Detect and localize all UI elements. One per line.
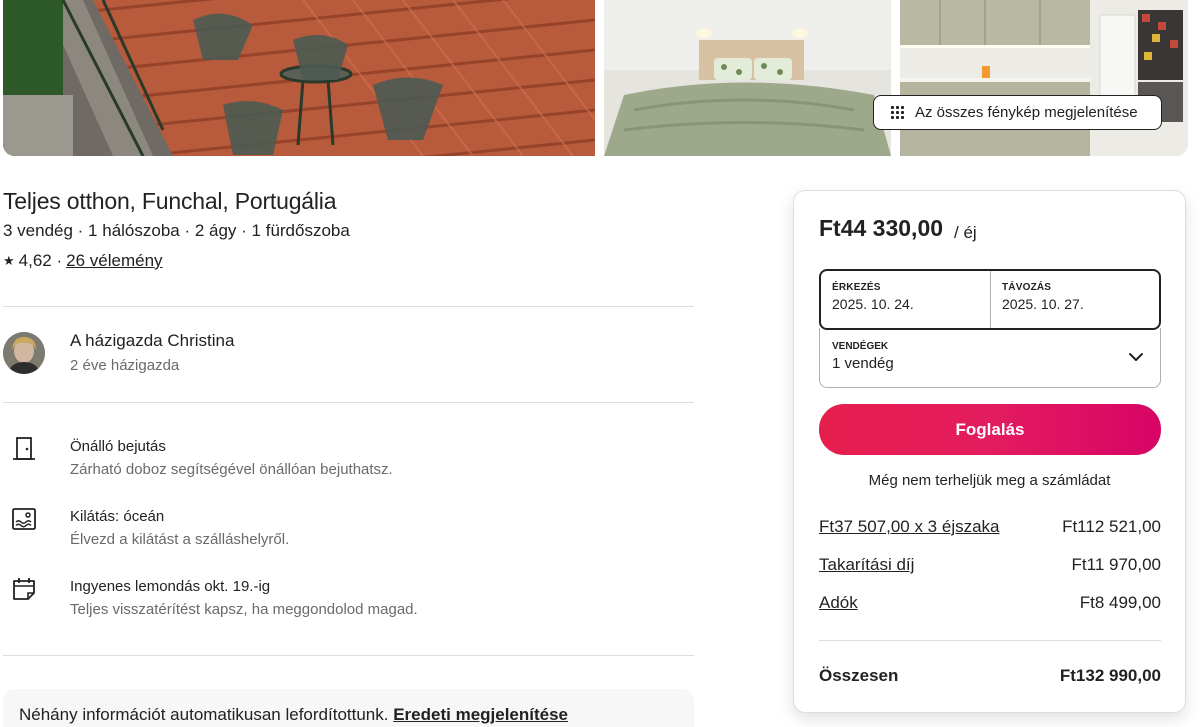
checkout-label: TÁVOZÁS: [1002, 282, 1052, 293]
star-icon: ★: [3, 253, 15, 268]
ocean-view-icon: [12, 508, 36, 530]
fee-label-taxes[interactable]: Adók: [819, 593, 858, 613]
total-label: Összesen: [819, 666, 899, 685]
photo-terrace-image: [3, 0, 595, 156]
section-divider: [3, 402, 694, 403]
feature-desc-self-checkin: Zárható doboz segítségével önállóan beju…: [70, 461, 393, 478]
photo-terrace[interactable]: [3, 0, 595, 156]
booking-card: Ft44 330,00 / éj ÉRKEZÉS 2025. 10. 24. T…: [793, 190, 1186, 713]
listing-summary: 3 vendég · 1 hálószoba · 2 ágy · 1 fürdő…: [3, 221, 350, 240]
feature-title-free-cancellation: Ingyenes lemondás okt. 19.-ig: [70, 578, 271, 595]
fee-amount-taxes: Ft8 499,00: [1079, 593, 1161, 612]
fee-row-taxes: Adók Ft8 499,00: [819, 593, 1161, 613]
nightly-price: Ft44 330,00: [819, 215, 944, 241]
show-all-photos-label: Az összes fénykép megjelenítése: [915, 104, 1138, 121]
host-since: 2 éve házigazda: [70, 357, 180, 374]
checkin-label: ÉRKEZÉS: [832, 282, 881, 293]
host-avatar[interactable]: [3, 332, 45, 374]
fee-label-cleaning[interactable]: Takarítási díj: [819, 555, 914, 575]
translation-notice: Néhány információt automatikusan lefordí…: [3, 689, 694, 727]
fee-label-nights[interactable]: Ft37 507,00 x 3 éjszaka: [819, 517, 1000, 537]
checkin-field[interactable]: ÉRKEZÉS 2025. 10. 24.: [821, 271, 991, 328]
fee-amount-nights: Ft112 521,00: [1062, 517, 1161, 536]
show-all-photos-button[interactable]: Az összes fénykép megjelenítése: [873, 95, 1162, 130]
feature-desc-ocean-view: Élvezd a kilátást a szálláshelyről.: [70, 531, 290, 548]
grid-dots-icon: [891, 106, 904, 119]
guests-value: 1 vendég: [832, 355, 894, 372]
fee-amount-cleaning: Ft11 970,00: [1071, 555, 1161, 574]
rating-row: ★ 4,62 · 26 vélemény: [3, 251, 163, 271]
reviews-link[interactable]: 26 vélemény: [66, 251, 162, 271]
reserve-button[interactable]: Foglalás: [819, 404, 1161, 455]
price-divider: [819, 640, 1161, 641]
section-divider: [3, 655, 694, 656]
checkout-value: 2025. 10. 27.: [1002, 296, 1084, 312]
host-name[interactable]: A házigazda Christina: [70, 331, 234, 351]
guests-dropdown[interactable]: VENDÉGEK 1 vendég: [819, 328, 1161, 388]
no-charge-notice: Még nem terheljük meg a számládat: [868, 472, 1111, 489]
feature-desc-free-cancellation: Teljes visszatérítést kapsz, ha meggondo…: [70, 601, 418, 618]
show-original-link[interactable]: Eredeti megjelenítése: [393, 705, 568, 724]
per-night-label: / éj: [954, 223, 977, 242]
fee-row-cleaning: Takarítási díj Ft11 970,00: [819, 555, 1161, 575]
calendar-icon: [13, 578, 35, 600]
translation-notice-text: Néhány információt automatikusan lefordí…: [19, 705, 389, 724]
photo-kitchen[interactable]: [900, 0, 1188, 156]
door-icon: [13, 437, 35, 460]
fee-row-nights: Ft37 507,00 x 3 éjszaka Ft112 521,00: [819, 517, 1161, 537]
chevron-down-icon: [1129, 353, 1143, 361]
rating-value: 4,62 ·: [18, 251, 63, 270]
photo-kitchen-image: [900, 0, 1188, 156]
dates-picker[interactable]: ÉRKEZÉS 2025. 10. 24. TÁVOZÁS 2025. 10. …: [819, 269, 1161, 330]
section-divider: [3, 306, 694, 307]
total-row: Összesen Ft132 990,00: [819, 666, 1161, 686]
feature-title-ocean-view: Kilátás: óceán: [70, 508, 165, 525]
total-amount: Ft132 990,00: [1059, 666, 1161, 685]
checkout-field[interactable]: TÁVOZÁS 2025. 10. 27.: [991, 271, 1159, 328]
feature-title-self-checkin: Önálló bejutás: [70, 438, 166, 455]
host-avatar-image: [3, 332, 45, 374]
guests-label: VENDÉGEK: [832, 341, 889, 352]
photo-bedroom-image: [604, 0, 891, 156]
listing-title: Teljes otthon, Funchal, Portugália: [3, 188, 337, 214]
photo-bedroom[interactable]: [604, 0, 891, 156]
checkin-value: 2025. 10. 24.: [832, 296, 914, 312]
